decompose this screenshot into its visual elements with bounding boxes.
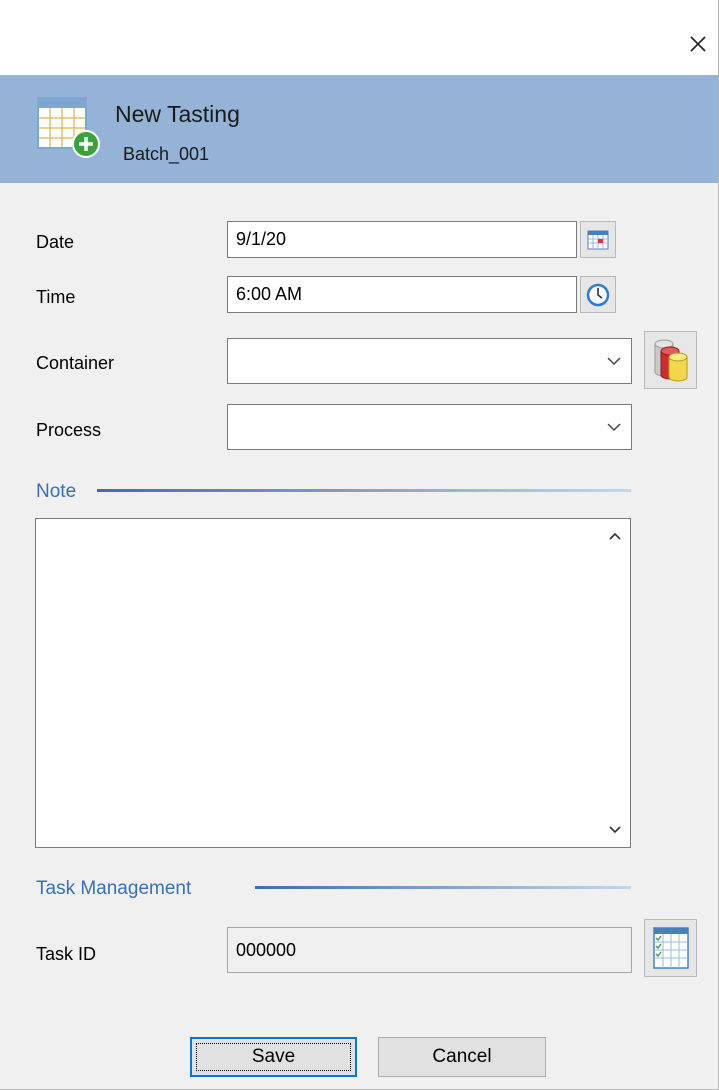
calendar-icon <box>587 230 609 249</box>
task-grid-icon <box>652 927 689 969</box>
clock-icon <box>586 283 610 306</box>
time-label: Time <box>36 287 76 307</box>
containers-icon <box>654 339 687 382</box>
task-section-divider <box>255 886 631 889</box>
containers-button[interactable] <box>644 331 697 389</box>
dialog-title: New Tasting <box>115 101 240 127</box>
dialog-subtitle: Batch_001 <box>123 144 210 164</box>
date-label: Date <box>36 232 75 252</box>
process-label: Process <box>36 420 102 440</box>
chevron-down-icon <box>607 422 621 431</box>
scroll-up-arrow-icon[interactable] <box>608 529 622 543</box>
note-section-label: Note <box>36 481 77 502</box>
note-textarea[interactable] <box>35 518 631 848</box>
new-table-icon <box>37 97 100 158</box>
title-bar <box>0 0 718 75</box>
date-input[interactable]: 9/1/20 <box>227 221 577 258</box>
dialog-window: New Tasting Batch_001 Date 9/1/20 Time 6… <box>0 0 719 1090</box>
process-select[interactable] <box>227 404 632 450</box>
container-label: Container <box>36 353 115 373</box>
note-text <box>36 519 630 531</box>
date-picker-button[interactable] <box>580 221 616 258</box>
scroll-down-arrow-icon[interactable] <box>608 823 622 837</box>
task-grid-button[interactable] <box>644 919 697 977</box>
dialog-header <box>0 75 718 183</box>
container-select[interactable] <box>227 338 632 384</box>
cancel-button[interactable]: Cancel <box>378 1037 546 1077</box>
close-button[interactable] <box>678 24 718 64</box>
time-input[interactable]: 6:00 AM <box>227 276 577 313</box>
task-id-field: 000000 <box>227 927 632 973</box>
save-button-label: Save <box>192 1039 355 1075</box>
task-id-label: Task ID <box>36 944 97 964</box>
task-section-label: Task Management <box>36 878 192 899</box>
save-button[interactable]: Save <box>190 1037 357 1077</box>
close-icon <box>690 36 706 52</box>
time-picker-button[interactable] <box>580 276 616 313</box>
chevron-down-icon <box>607 356 621 365</box>
note-section-divider <box>97 489 631 492</box>
